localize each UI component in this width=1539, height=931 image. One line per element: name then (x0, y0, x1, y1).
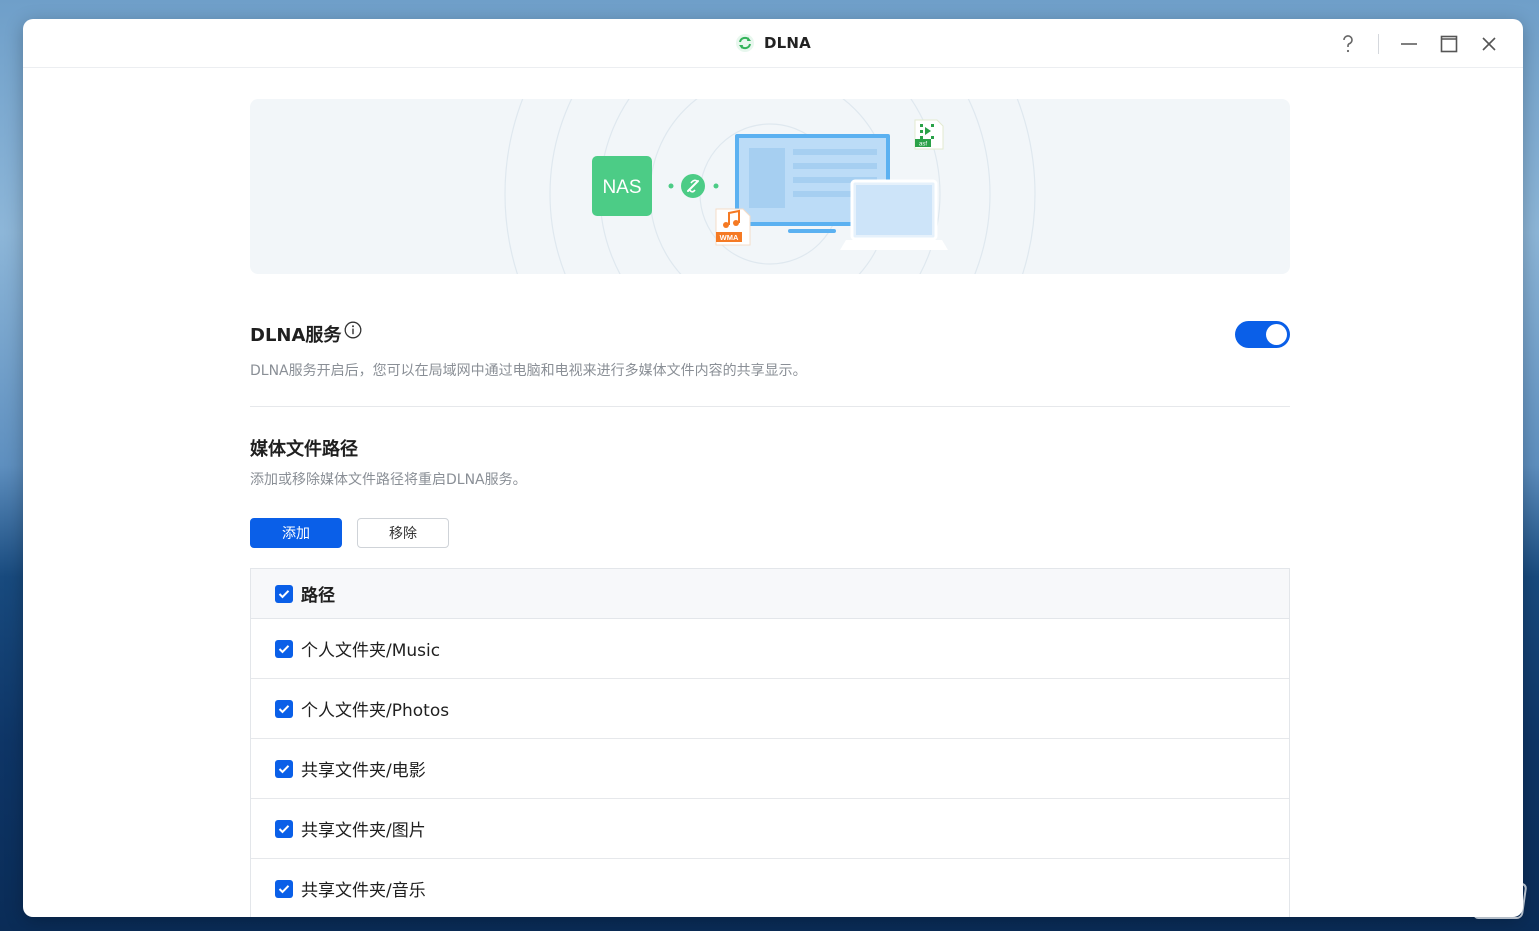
watermark-logo (1472, 883, 1528, 919)
add-path-button[interactable]: 添加 (250, 518, 342, 548)
checkmark-icon (278, 764, 290, 773)
table-header: 路径 (251, 569, 1289, 619)
close-button[interactable] (1469, 24, 1509, 64)
help-icon (1343, 34, 1353, 52)
section-divider (250, 406, 1290, 407)
dlna-banner: NAS asf WMA (250, 99, 1290, 274)
checkmark-icon (278, 824, 290, 833)
help-button[interactable] (1328, 24, 1368, 64)
row-checkbox[interactable] (275, 759, 293, 778)
maximize-icon (1440, 35, 1458, 52)
table-row[interactable]: 共享文件夹/音乐 (251, 859, 1289, 917)
path-actions: 添加 移除 (250, 518, 1290, 548)
path-cell: 个人文件夹/Music (301, 641, 441, 661)
asf-file-icon: asf (914, 119, 944, 150)
media-paths-title: 媒体文件路径 (250, 439, 358, 460)
dlna-illustration: NAS asf WMA (504, 99, 1036, 274)
title-bar: DLNA (23, 19, 1523, 68)
watermark-glyph (1484, 892, 1515, 908)
main-content: NAS asf WMA DLNA服务 DLNA服务开启后，您可以在局域网中通过电… (250, 99, 1290, 917)
window-controls (1328, 19, 1509, 68)
toggle-knob (1266, 324, 1287, 345)
row-checkbox[interactable] (275, 699, 293, 718)
table-row[interactable]: 共享文件夹/电影 (251, 739, 1289, 799)
info-icon[interactable] (344, 321, 362, 339)
controls-separator (1378, 33, 1379, 54)
wma-badge: WMA (720, 233, 739, 242)
laptop-base (840, 240, 948, 250)
row-checkbox[interactable] (275, 639, 293, 658)
row-checkbox[interactable] (275, 819, 293, 838)
minimize-icon (1401, 42, 1417, 45)
remove-path-button[interactable]: 移除 (357, 518, 449, 548)
dlna-app-icon (736, 34, 754, 52)
path-cell: 共享文件夹/音乐 (301, 881, 426, 901)
asf-badge: asf (919, 142, 927, 148)
checkmark-icon (278, 704, 290, 713)
table-row[interactable]: 个人文件夹/Photos (251, 679, 1289, 739)
wma-file-icon: WMA (715, 208, 751, 246)
checkmark-icon (278, 589, 290, 598)
dlna-service-description: DLNA服务开启后，您可以在局域网中通过电脑和电视来进行多媒体文件内容的共享显示… (250, 363, 807, 379)
window-title: DLNA (764, 34, 811, 52)
dlna-service-title: DLNA服务 (250, 325, 342, 346)
select-all-checkbox[interactable] (275, 584, 293, 603)
path-cell: 共享文件夹/电影 (301, 761, 426, 781)
minimize-button[interactable] (1389, 24, 1429, 64)
dlna-service-row: DLNA服务 (250, 319, 1290, 349)
link-dot-left (668, 183, 674, 189)
dlna-service-toggle[interactable] (1235, 321, 1290, 348)
maximize-button[interactable] (1429, 24, 1469, 64)
dlna-window: DLNA NAS asf WMA DLNA服务 DLNA服务开启后，您可以在局域… (23, 19, 1523, 917)
close-icon (1482, 36, 1496, 51)
window-title-group: DLNA (735, 33, 811, 53)
checkmark-icon (278, 884, 290, 893)
link-dot-right (713, 183, 719, 189)
media-paths-table: 路径 个人文件夹/Music 个人文件夹/Photos 共享文件夹/电影 共享文… (250, 568, 1290, 917)
nas-label: NAS (602, 177, 641, 198)
checkmark-icon (278, 644, 290, 653)
table-row[interactable]: 共享文件夹/图片 (251, 799, 1289, 859)
media-paths-description: 添加或移除媒体文件路径将重启DLNA服务。 (250, 472, 527, 488)
row-checkbox[interactable] (275, 879, 293, 898)
path-cell: 共享文件夹/图片 (301, 821, 426, 841)
table-row[interactable]: 个人文件夹/Music (251, 619, 1289, 679)
path-column-header: 路径 (301, 586, 335, 606)
path-cell: 个人文件夹/Photos (301, 701, 450, 721)
